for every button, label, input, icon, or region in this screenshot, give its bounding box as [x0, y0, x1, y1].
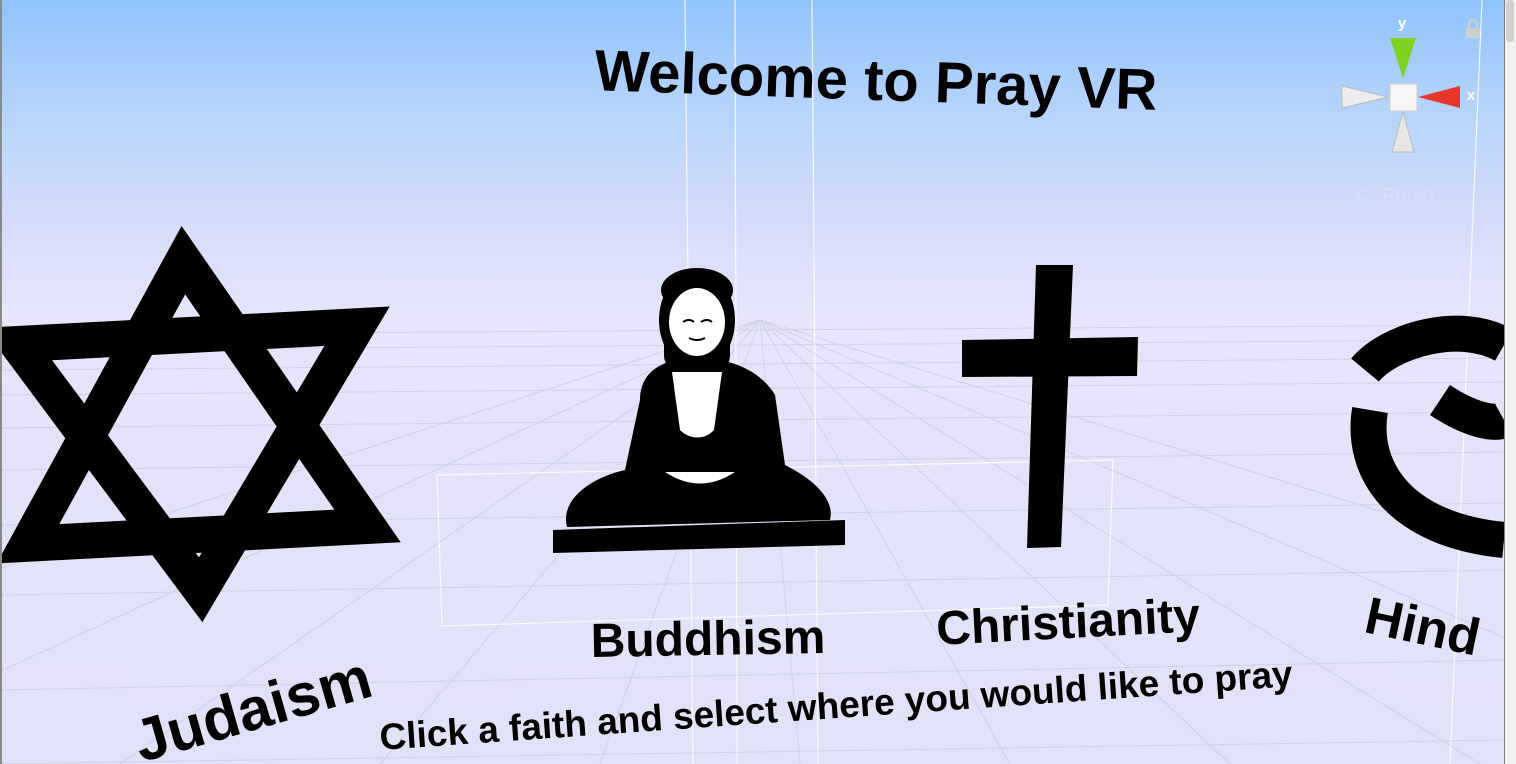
scene-gizmo[interactable]: y x Persp < [1341, 15, 1476, 207]
scrollbar-thumb[interactable] [1506, 0, 1514, 42]
scene-viewport[interactable]: Welcome to Pray VR Judaism Buddhism Chri… [0, 0, 1504, 764]
instruction-text: Click a faith and select where you would… [378, 653, 1294, 758]
lock-icon[interactable] [1466, 19, 1480, 38]
viewport-left-border [0, 0, 2, 764]
gizmo-center-cube[interactable] [1389, 83, 1418, 112]
faith-label-hinduism[interactable]: Hind [1360, 587, 1485, 668]
neg-x-axis-cone-icon[interactable] [1341, 85, 1389, 109]
projection-label[interactable]: Persp [1382, 185, 1434, 207]
projection-chevron-icon: < [1354, 182, 1367, 207]
star-of-david-icon[interactable] [0, 226, 401, 623]
faith-label-buddhism[interactable]: Buddhism [590, 611, 826, 668]
buddha-icon[interactable] [553, 268, 845, 553]
y-axis-cone-icon[interactable] [1390, 38, 1416, 78]
x-axis-cone-icon[interactable] [1418, 86, 1460, 108]
window-scrollbar[interactable] [1504, 0, 1516, 764]
faith-label-judaism[interactable]: Judaism [126, 643, 378, 764]
x-axis-label: x [1467, 87, 1476, 104]
om-icon[interactable] [1350, 315, 1504, 558]
neg-y-axis-cone-icon[interactable] [1391, 110, 1415, 153]
faith-label-christianity[interactable]: Christianity [935, 589, 1202, 656]
y-axis-label: y [1398, 15, 1407, 32]
page-title: Welcome to Pray VR [594, 38, 1159, 123]
scrollbar-divider [1504, 0, 1505, 764]
